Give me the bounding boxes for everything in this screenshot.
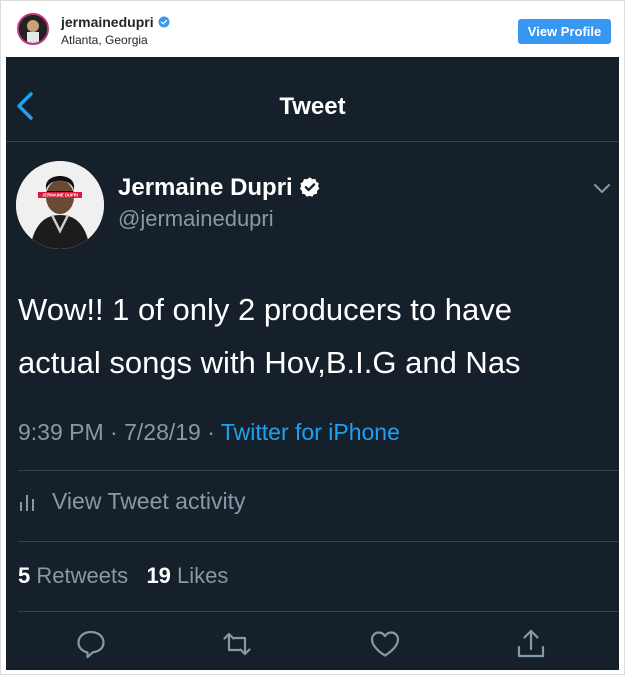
retweet-icon[interactable] bbox=[220, 627, 254, 661]
avatar-banner-text: JERMAINE DUPRI bbox=[42, 193, 78, 198]
retweets-count: 5 bbox=[18, 563, 31, 588]
retweets-stat[interactable]: 5 Retweets bbox=[18, 563, 128, 588]
tweet-nav-bar: Tweet bbox=[6, 57, 619, 142]
author-name[interactable]: Jermaine Dupri bbox=[118, 174, 321, 202]
divider bbox=[18, 611, 619, 612]
like-icon[interactable] bbox=[368, 627, 402, 661]
activity-label: View Tweet activity bbox=[52, 488, 246, 514]
divider bbox=[18, 541, 619, 542]
bar-chart-icon bbox=[20, 494, 34, 511]
tweet-source-link[interactable]: Twitter for iPhone bbox=[221, 419, 400, 445]
tweet-time: 9:39 PM bbox=[18, 419, 104, 445]
chevron-down-icon[interactable] bbox=[593, 183, 611, 195]
location[interactable]: Atlanta, Georgia bbox=[61, 33, 148, 47]
likes-label: Likes bbox=[177, 563, 229, 588]
profile-avatar[interactable] bbox=[17, 13, 49, 45]
share-icon[interactable] bbox=[514, 627, 548, 661]
page-title: Tweet bbox=[279, 93, 346, 120]
view-profile-button[interactable]: View Profile bbox=[518, 19, 611, 44]
verified-icon bbox=[299, 177, 320, 197]
author-avatar[interactable]: JERMAINE DUPRI bbox=[16, 161, 104, 249]
tweet-date: 7/28/19 bbox=[124, 419, 201, 445]
username[interactable]: jermainedupri bbox=[61, 14, 170, 30]
verified-icon bbox=[158, 16, 170, 28]
instagram-header: jermainedupri Atlanta, Georgia View Prof… bbox=[1, 1, 624, 57]
likes-count: 19 bbox=[146, 563, 171, 588]
tweet-screenshot: Tweet JERMAINE DUPRI Jermaine Dupri @jer… bbox=[6, 57, 619, 670]
likes-stat[interactable]: 19 Likes bbox=[146, 563, 228, 588]
tweet-meta: 9:39 PM · 7/28/19 · Twitter for iPhone bbox=[18, 419, 400, 445]
reply-icon[interactable] bbox=[74, 627, 108, 661]
tweet-text: Wow!! 1 of only 2 producers to have actu… bbox=[18, 283, 598, 389]
instagram-embed: jermainedupri Atlanta, Georgia View Prof… bbox=[0, 0, 625, 675]
retweets-label: Retweets bbox=[36, 563, 129, 588]
engagement-stats: 5 Retweets 19 Likes bbox=[18, 563, 228, 589]
author-handle[interactable]: @jermainedupri bbox=[118, 206, 274, 232]
tweet-text-line: actual songs with Hov,B.I.G and Nas bbox=[18, 345, 521, 380]
tweet-text-line: Wow!! 1 of only 2 producers to have bbox=[18, 292, 512, 327]
divider bbox=[18, 470, 619, 471]
view-tweet-activity[interactable]: View Tweet activity bbox=[18, 488, 245, 515]
